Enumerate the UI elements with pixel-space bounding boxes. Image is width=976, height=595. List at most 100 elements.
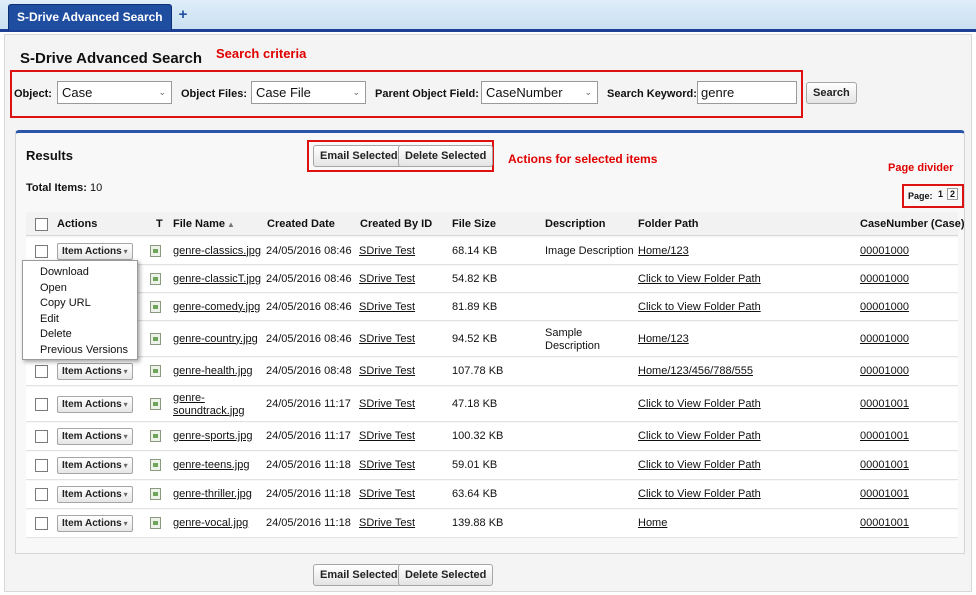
object-files-label: Object Files:: [181, 88, 248, 100]
file-name-link[interactable]: genre-comedy.jpg: [173, 301, 260, 313]
created-by-link[interactable]: SDrive Test: [359, 488, 415, 500]
folder-path-link[interactable]: Click to View Folder Path: [638, 488, 761, 500]
created-by-link[interactable]: SDrive Test: [359, 333, 415, 345]
created-by-link[interactable]: SDrive Test: [359, 398, 415, 410]
created-by-link[interactable]: SDrive Test: [359, 459, 415, 471]
created-by-link[interactable]: SDrive Test: [359, 245, 415, 257]
col-created-by: Created By ID: [360, 218, 433, 230]
created-by-link[interactable]: SDrive Test: [359, 430, 415, 442]
folder-path-link[interactable]: Click to View Folder Path: [638, 398, 761, 410]
email-selected-button-bottom[interactable]: Email Selected: [313, 564, 405, 586]
case-number-link[interactable]: 00001001: [860, 488, 909, 500]
folder-path-link[interactable]: Home/123/456/788/555: [638, 365, 753, 377]
file-name-link[interactable]: genre-sports.jpg: [173, 430, 253, 442]
description: Sample Description: [545, 326, 601, 352]
object-files-select-value: Case File: [256, 85, 311, 100]
case-number-link[interactable]: 00001000: [860, 365, 909, 377]
row-checkbox[interactable]: [35, 397, 48, 411]
file-name-link[interactable]: genre-soundtrack.jpg: [173, 392, 245, 418]
image-file-icon: [150, 332, 161, 345]
file-name-link[interactable]: genre-teens.jpg: [173, 459, 249, 471]
row-checkbox[interactable]: [35, 517, 48, 530]
created-by-link[interactable]: SDrive Test: [359, 517, 415, 529]
row-checkbox[interactable]: [35, 365, 48, 378]
search-button[interactable]: Search: [806, 82, 857, 104]
item-actions-button[interactable]: Item Actions▾: [57, 457, 133, 474]
item-actions-button[interactable]: Item Actions▾: [57, 242, 133, 260]
add-tab-icon[interactable]: +: [174, 6, 192, 24]
menu-item-open[interactable]: Open: [23, 281, 137, 297]
folder-path-link[interactable]: Click to View Folder Path: [638, 459, 761, 471]
row-checkbox[interactable]: [35, 488, 48, 501]
folder-path-link[interactable]: Click to View Folder Path: [638, 430, 761, 442]
col-file-name-label: File Name: [173, 218, 225, 230]
image-file-icon: [150, 272, 161, 285]
created-by-link[interactable]: SDrive Test: [359, 365, 415, 377]
delete-selected-button[interactable]: Delete Selected: [398, 145, 494, 167]
item-actions-menu: Download Open Copy URL Edit Delete Previ…: [22, 260, 138, 360]
email-selected-button[interactable]: Email Selected: [313, 145, 405, 167]
file-name-link[interactable]: genre-health.jpg: [173, 365, 253, 377]
created-date: 24/05/2016 08:48: [266, 365, 352, 377]
row-checkbox[interactable]: [35, 459, 48, 472]
item-actions-button[interactable]: Item Actions▾: [57, 428, 133, 445]
case-number-link[interactable]: 00001000: [860, 301, 909, 313]
page-2-link[interactable]: 2: [947, 188, 959, 200]
menu-item-download[interactable]: Download: [23, 265, 137, 281]
file-size: 54.82 KB: [452, 272, 498, 285]
item-actions-button[interactable]: Item Actions▾: [57, 395, 133, 413]
col-description: Description: [545, 218, 606, 230]
file-size: 81.89 KB: [452, 300, 498, 313]
annotation-search-criteria: Search criteria: [216, 46, 307, 61]
menu-item-previous-versions[interactable]: Previous Versions: [23, 343, 137, 359]
file-name-link[interactable]: genre-classics.jpg: [173, 245, 261, 257]
folder-path-link[interactable]: Home: [638, 517, 667, 529]
case-number-link[interactable]: 00001001: [860, 459, 909, 471]
parent-object-field-select-value: CaseNumber: [486, 85, 563, 100]
created-date: 24/05/2016 11:17: [266, 430, 351, 442]
menu-item-delete[interactable]: Delete: [23, 327, 137, 343]
image-file-icon: [150, 365, 161, 377]
case-number-link[interactable]: 00001000: [860, 273, 909, 285]
parent-object-field-select[interactable]: CaseNumber ⌄: [481, 81, 598, 104]
object-select-value: Case: [62, 85, 93, 100]
total-items-label: Total Items:: [26, 182, 87, 194]
created-by-link[interactable]: SDrive Test: [359, 301, 415, 313]
created-by-link[interactable]: SDrive Test: [359, 273, 415, 285]
object-select[interactable]: Case ⌄: [57, 81, 172, 104]
menu-item-edit[interactable]: Edit: [23, 312, 137, 328]
file-name-link[interactable]: genre-vocal.jpg: [173, 517, 248, 529]
case-number-link[interactable]: 00001000: [860, 245, 909, 257]
item-actions-button[interactable]: Item Actions▾: [57, 515, 133, 532]
folder-path-link[interactable]: Click to View Folder Path: [638, 301, 761, 313]
menu-item-copy-url[interactable]: Copy URL: [23, 296, 137, 312]
search-keyword-input[interactable]: genre: [697, 81, 797, 104]
item-actions-button[interactable]: Item Actions▾: [57, 486, 133, 503]
row-checkbox[interactable]: [35, 430, 48, 443]
chevron-down-icon: ▾: [123, 367, 128, 376]
item-actions-button[interactable]: Item Actions▾: [57, 363, 133, 380]
item-actions-label: Item Actions: [62, 518, 122, 529]
created-date: 24/05/2016 11:18: [266, 488, 351, 500]
chevron-down-icon: ▾: [123, 246, 128, 256]
search-keyword-label: Search Keyword:: [607, 88, 697, 100]
case-number-link[interactable]: 00001000: [860, 333, 909, 345]
folder-path-link[interactable]: Home/123: [638, 245, 689, 257]
parent-object-field-label: Parent Object Field:: [375, 88, 479, 100]
object-files-select[interactable]: Case File ⌄: [251, 81, 366, 104]
tab-sdrive-advanced-search[interactable]: S-Drive Advanced Search: [8, 4, 172, 30]
select-all-checkbox[interactable]: [35, 218, 48, 231]
file-name-link[interactable]: genre-thriller.jpg: [173, 488, 252, 500]
col-file-name[interactable]: File Name ▲: [173, 218, 235, 230]
file-name-link[interactable]: genre-classicT.jpg: [173, 273, 261, 285]
delete-selected-button-bottom[interactable]: Delete Selected: [398, 564, 494, 586]
folder-path-link[interactable]: Click to View Folder Path: [638, 273, 761, 285]
case-number-link[interactable]: 00001001: [860, 430, 909, 442]
folder-path-link[interactable]: Home/123: [638, 333, 689, 345]
file-size: 63.64 KB: [452, 488, 498, 500]
file-size: 59.01 KB: [452, 459, 498, 471]
case-number-link[interactable]: 00001001: [860, 517, 909, 529]
row-checkbox[interactable]: [35, 244, 48, 258]
case-number-link[interactable]: 00001001: [860, 398, 909, 410]
file-name-link[interactable]: genre-country.jpg: [173, 333, 258, 345]
